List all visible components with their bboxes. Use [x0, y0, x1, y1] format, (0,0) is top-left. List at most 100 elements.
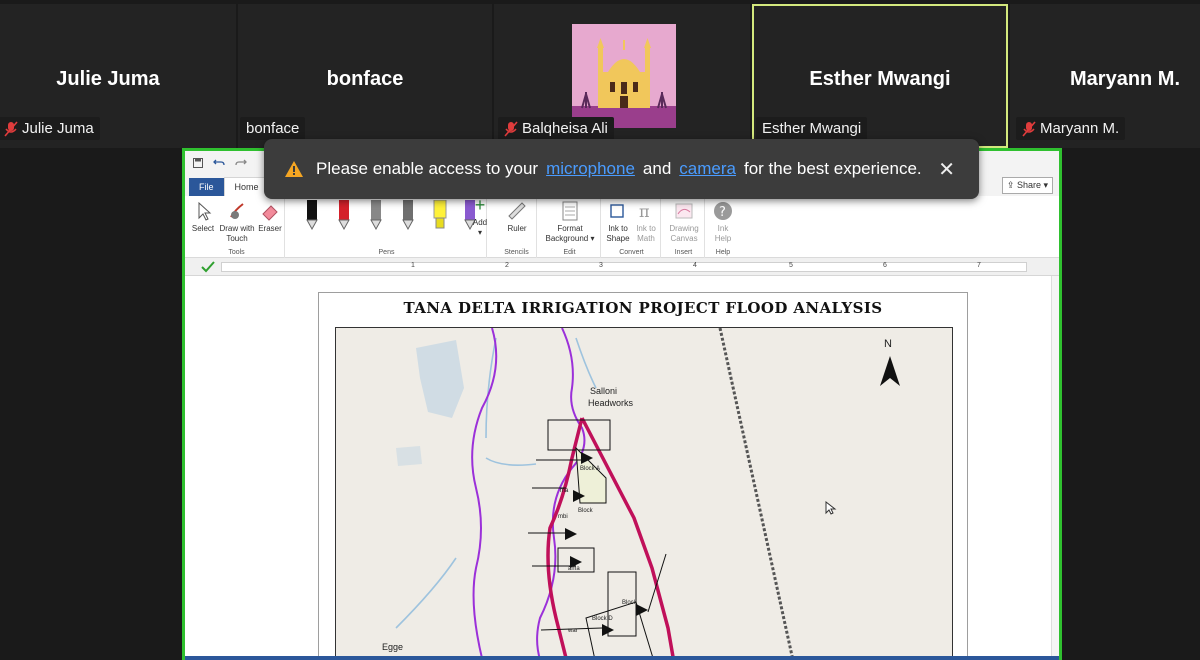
mic-muted-icon: [1022, 120, 1036, 137]
stencils-group: Ruler Stencils: [497, 198, 537, 258]
canvas-label: Canvas: [670, 234, 698, 243]
add-pen-button[interactable]: + Add ▾: [465, 195, 495, 238]
chevron-down-icon: ▾: [1040, 180, 1048, 190]
save-icon[interactable]: [193, 157, 203, 168]
railway-line: [718, 328, 795, 660]
eraser-button[interactable]: Eraser: [257, 200, 283, 234]
checkmark-icon: [201, 261, 215, 273]
edit-group: Format Background ▾ Edit: [539, 198, 601, 258]
ruler-number: 3: [599, 262, 603, 269]
undo-icon[interactable]: [213, 158, 225, 168]
pencil-dark-icon[interactable]: [401, 200, 415, 230]
participant-tile[interactable]: Julie Juma Julie Juma: [0, 4, 236, 148]
format-background-icon: [562, 201, 578, 221]
ruler-number: 7: [977, 262, 981, 269]
horizontal-ruler[interactable]: 1 2 3 4 5 6 7: [185, 258, 1059, 276]
ink-to-shape-button[interactable]: Ink to Shape: [605, 200, 631, 244]
map-drawing: [395, 328, 900, 660]
share-button[interactable]: ⇪ Share ▾: [1001, 177, 1053, 194]
pen-black-icon[interactable]: [305, 200, 319, 230]
document-canvas[interactable]: TANA DELTA IRRIGATION PROJECT FLOOD ANAL…: [185, 276, 1059, 660]
participant-tag-label: bonface: [246, 120, 300, 137]
participant-tag-label: Esther Mwangi: [762, 120, 862, 137]
participant-name-tag: Balqheisa Ali: [498, 117, 614, 140]
redo-icon[interactable]: [235, 158, 247, 168]
ruler-number: 6: [883, 262, 887, 269]
block-b-label: Block: [578, 508, 593, 514]
highlighter-yellow-icon[interactable]: [433, 200, 447, 230]
shared-screen[interactable]: File Home ⇪ Share ▾ Select Draw with Tou…: [182, 148, 1062, 660]
block-war-label: war: [568, 628, 578, 634]
share-label: Share: [1016, 180, 1041, 190]
draw-ribbon: Select Draw with Touch Eraser Tools Pens…: [185, 196, 1059, 258]
svg-text:?: ?: [719, 205, 726, 220]
ink-help-button[interactable]: ? Ink Help: [709, 200, 737, 244]
zoom-meeting-window: Julie Juma Julie Juma bonface bonface Ba…: [0, 0, 1200, 660]
participant-tile-active-speaker[interactable]: Esther Mwangi Esther Mwangi: [752, 4, 1008, 148]
drawing-canvas-button[interactable]: Drawing Canvas: [665, 200, 703, 244]
help-group-label: Help: [715, 249, 731, 256]
headworks-label: Headworks: [588, 398, 634, 408]
select-tool-button[interactable]: Select: [191, 200, 215, 234]
format-background-button[interactable]: Format Background ▾: [541, 200, 599, 244]
participant-tile[interactable]: Balqheisa Ali: [494, 4, 750, 148]
chevron-down-icon: ▾: [477, 228, 482, 237]
draw-with-label: Draw with: [219, 224, 255, 233]
vertical-scrollbar[interactable]: [1051, 276, 1059, 660]
format-label: Format: [557, 224, 583, 233]
canal-east: [580, 417, 676, 660]
ruler-button[interactable]: Ruler: [499, 200, 535, 234]
background-label: Background: [545, 234, 589, 243]
ruler-number: 5: [789, 262, 793, 269]
insert-group-label: Insert: [674, 249, 693, 256]
help-group: ? Ink Help Help: [707, 198, 739, 258]
pens-group: Pens: [287, 198, 487, 258]
toast-text: for the best experience.: [743, 159, 922, 178]
participant-name-tag: Julie Juma: [0, 117, 100, 140]
block-d-label: Block D: [592, 616, 613, 622]
tab-file[interactable]: File: [189, 178, 224, 196]
cursor-icon: [198, 201, 212, 221]
north-label: N: [884, 338, 892, 350]
participant-display-name: Julie Juma: [56, 68, 160, 90]
pen-red-icon[interactable]: [337, 200, 351, 230]
ruler-icon: [508, 202, 526, 220]
add-label: Add: [472, 218, 488, 227]
participant-tile[interactable]: Maryann M. Maryann M.: [1010, 4, 1200, 148]
plus-icon: +: [474, 195, 486, 215]
pencil-gray-icon[interactable]: [369, 200, 383, 230]
ink-to-math-label: Ink to: [636, 224, 656, 233]
north-arrow-icon: [880, 356, 900, 386]
participant-tag-label: Maryann M.: [1040, 120, 1120, 137]
ink-to-shape-icon: [610, 204, 624, 218]
pens-group-label: Pens: [378, 249, 395, 256]
ink-to-math-button[interactable]: π Ink to Math: [633, 200, 659, 244]
document-page: TANA DELTA IRRIGATION PROJECT FLOOD ANAL…: [318, 292, 968, 660]
edit-group-label: Edit: [563, 249, 576, 256]
participant-strip: Julie Juma Julie Juma bonface bonface Ba…: [0, 0, 1200, 148]
draw-with-touch-button[interactable]: Draw with Touch: [217, 200, 257, 244]
participant-tile[interactable]: bonface bonface: [238, 4, 492, 148]
mosque-avatar-icon: [572, 24, 676, 128]
participant-display-name: Esther Mwangi: [809, 68, 951, 90]
egge-label: Egge: [382, 642, 404, 652]
ruler-number: 4: [693, 262, 697, 269]
draw-touch-icon: [230, 203, 244, 219]
participant-display-name: Maryann M.: [1070, 68, 1181, 90]
ruler-number: 2: [505, 262, 509, 269]
svg-text:π: π: [639, 202, 650, 221]
map-title: TANA DELTA IRRIGATION PROJECT FLOOD ANAL…: [403, 299, 883, 317]
insert-group: Drawing Canvas Insert: [663, 198, 705, 258]
participant-name-tag: Maryann M.: [1016, 117, 1126, 140]
tab-home[interactable]: Home: [223, 177, 270, 196]
mic-muted-icon: [504, 120, 518, 137]
math-label: Math: [637, 234, 655, 243]
participant-display-name: bonface: [326, 68, 404, 90]
drawing-label: Drawing: [669, 224, 699, 233]
toast-text: and: [642, 159, 672, 178]
microphone-link[interactable]: microphone: [546, 159, 635, 179]
close-icon[interactable]: ✕: [938, 157, 955, 182]
ink-to-label: Ink to: [608, 224, 628, 233]
camera-link[interactable]: camera: [679, 159, 736, 179]
mic-muted-icon: [4, 120, 18, 137]
